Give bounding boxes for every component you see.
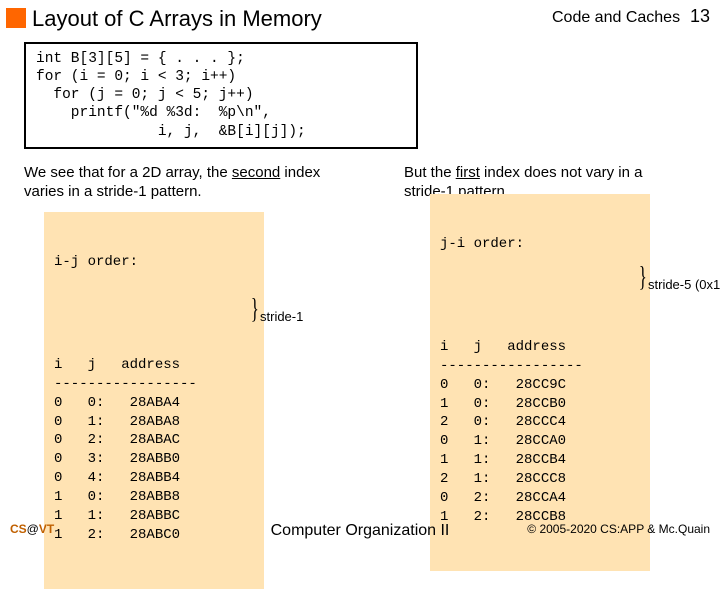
footer-at: @ [27, 522, 39, 536]
brace-icon: } [639, 270, 647, 287]
ji-block: j-i order: i j address -----------------… [430, 194, 650, 571]
note-left-under: second [232, 164, 280, 181]
note-left: We see that for a 2D array, the second i… [24, 163, 324, 202]
footer-center: Computer Organization II [271, 522, 450, 540]
title-group: Layout of C Arrays in Memory [6, 6, 322, 32]
topic-group: Code and Caches 13 [552, 6, 710, 27]
brace-icon: } [251, 302, 259, 319]
ji-order-label: j-i order: [440, 235, 640, 254]
footer-vt: VT [39, 522, 54, 536]
accent-square-icon [6, 8, 26, 28]
ij-table: i j address ----------------- 0 0: 28ABA… [54, 356, 254, 545]
note-right-under: first [456, 164, 480, 181]
stride1-label: stride-1 [260, 309, 303, 324]
page-number: 13 [690, 6, 710, 26]
stride5-label: stride-5 (0x14/4) [648, 277, 720, 292]
ij-order-label: i-j order: [54, 253, 254, 272]
note-right-pre: But the [404, 164, 456, 181]
slide-header: Layout of C Arrays in Memory Code and Ca… [0, 0, 720, 32]
slide-footer: CS@VT Computer Organization II © 2005-20… [0, 522, 720, 536]
note-left-pre: We see that for a 2D array, the [24, 164, 232, 181]
topic-label: Code and Caches [552, 9, 680, 26]
footer-right: © 2005-2020 CS:APP & Mc.Quain [527, 522, 710, 536]
slide-title: Layout of C Arrays in Memory [32, 6, 322, 32]
code-listing: int B[3][5] = { . . . }; for (i = 0; i <… [24, 42, 418, 149]
footer-cs: CS [10, 522, 27, 536]
ji-table: i j address ----------------- 0 0: 28CC9… [440, 338, 640, 527]
footer-left: CS@VT [10, 522, 54, 536]
tables-row: i-j order: i j address -----------------… [0, 212, 720, 472]
